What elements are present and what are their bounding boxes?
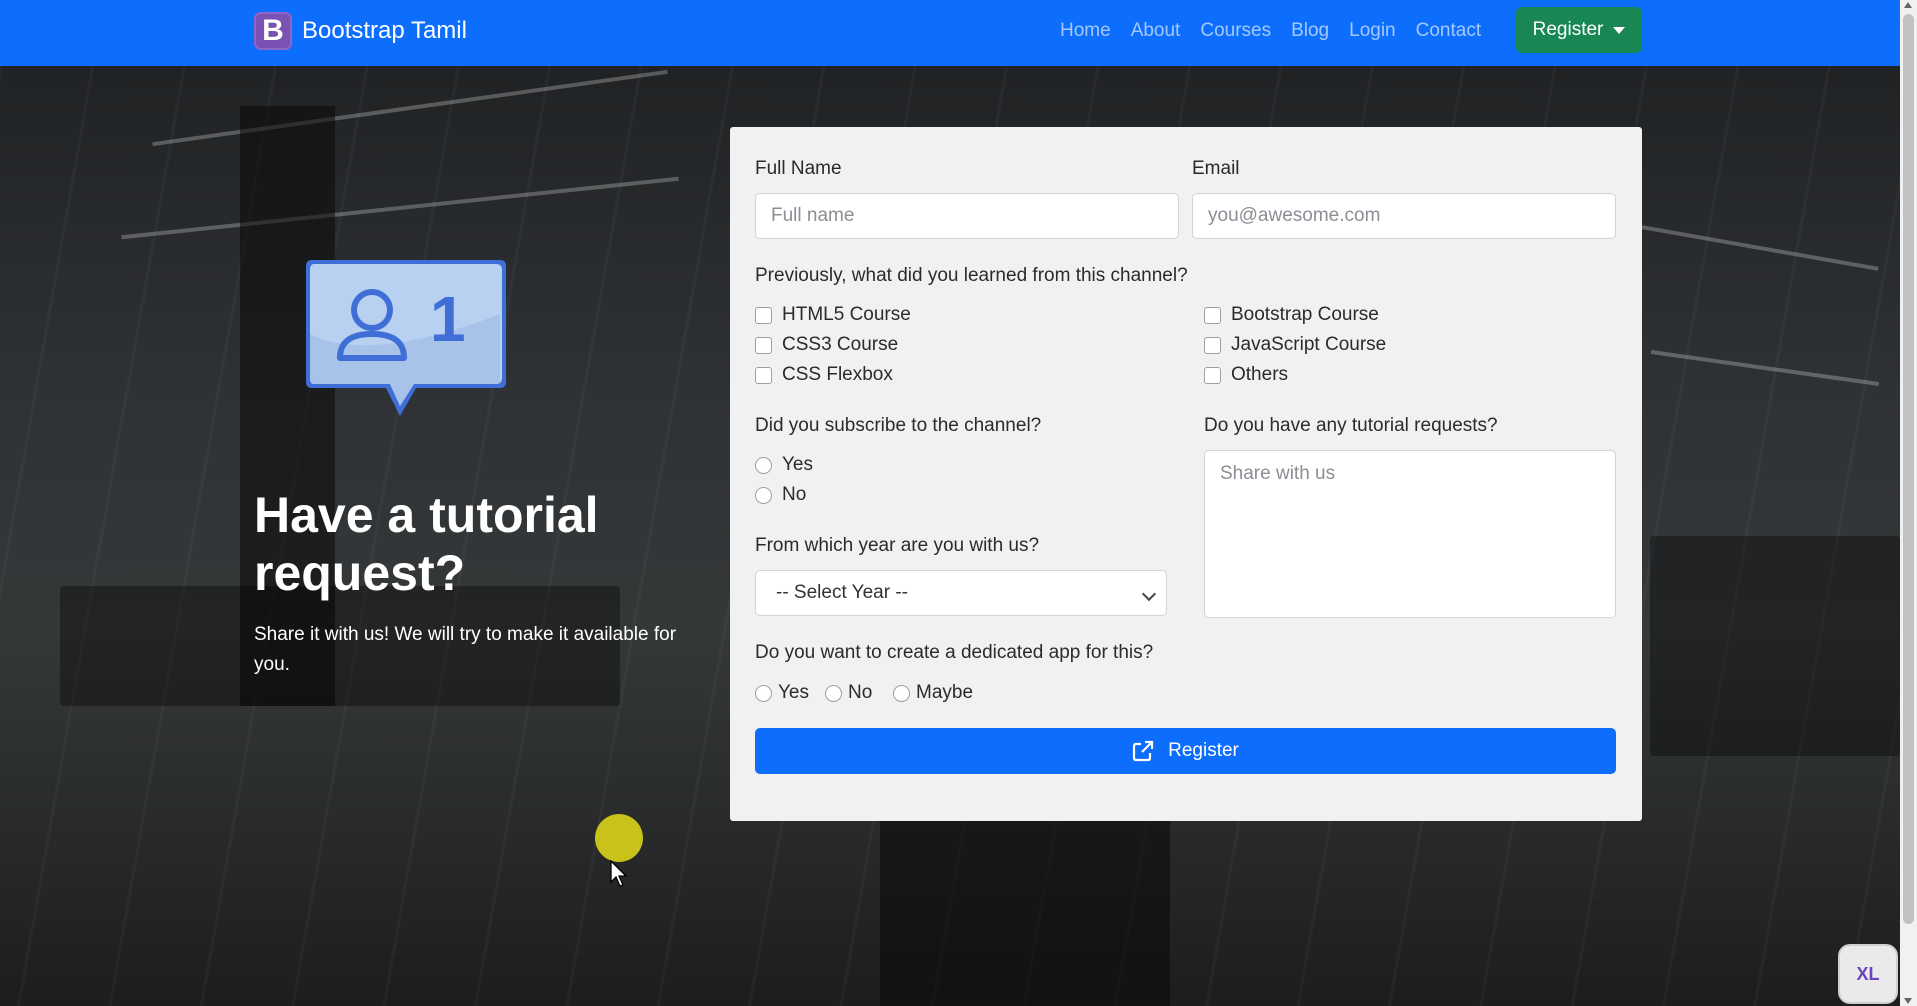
radio-app-maybe[interactable]: Maybe: [893, 682, 973, 704]
scroll-down-arrow-icon[interactable]: [1904, 998, 1912, 1004]
subscribe-question: Did you subscribe to the channel?: [755, 415, 1042, 436]
radio-circle[interactable]: [755, 456, 772, 474]
checkbox-box[interactable]: [755, 306, 772, 324]
registration-form: Full Name Email Previously, what did you…: [730, 127, 1642, 821]
brand-name: Bootstrap Tamil: [302, 17, 467, 44]
ceiling-light: [121, 176, 679, 240]
nav-link-login[interactable]: Login: [1339, 20, 1406, 42]
year-select-value: -- Select Year --: [776, 582, 908, 603]
nav-link-courses[interactable]: Courses: [1190, 20, 1281, 42]
full-name-input[interactable]: [755, 193, 1179, 239]
checkbox-css3[interactable]: CSS3 Course: [755, 334, 898, 356]
radio-subscribe-yes[interactable]: Yes: [755, 454, 813, 476]
checkbox-label: HTML5 Course: [782, 304, 911, 325]
checkbox-label: CSS Flexbox: [782, 364, 893, 385]
navbar: B Bootstrap Tamil Home About Courses Blo…: [0, 0, 1900, 66]
radio-circle[interactable]: [893, 684, 910, 702]
checkbox-box[interactable]: [755, 366, 772, 384]
radio-circle[interactable]: [755, 486, 772, 504]
radio-label: Yes: [782, 454, 813, 475]
breakpoint-badge: XL: [1838, 944, 1898, 1004]
radio-subscribe-no[interactable]: No: [755, 484, 806, 506]
requests-question: Do you have any tutorial requests?: [1204, 415, 1498, 436]
desk: [1650, 536, 1900, 756]
email-label: Email: [1192, 158, 1240, 179]
radio-label: Yes: [778, 682, 809, 703]
caret-down-icon: [1613, 26, 1626, 34]
checkbox-label: Bootstrap Course: [1231, 304, 1379, 325]
notification-count: 1: [430, 283, 466, 355]
checkbox-box[interactable]: [1204, 306, 1221, 324]
checkbox-label: JavaScript Course: [1231, 334, 1387, 355]
year-question: From which year are you with us?: [755, 535, 1040, 556]
register-submit-button[interactable]: Register: [755, 728, 1616, 774]
scrollbar-thumb[interactable]: [1903, 14, 1914, 924]
nav-link-contact[interactable]: Contact: [1406, 20, 1491, 42]
bootstrap-logo-icon: B: [254, 12, 292, 50]
cursor-highlight: [595, 814, 643, 862]
radio-label: No: [782, 484, 807, 505]
chevron-down-icon: [1141, 586, 1157, 602]
checkbox-html5[interactable]: HTML5 Course: [755, 304, 911, 326]
year-select[interactable]: -- Select Year --: [755, 570, 1167, 616]
radio-app-yes[interactable]: Yes: [755, 682, 809, 704]
page-scrollbar[interactable]: [1900, 0, 1917, 1006]
requests-textarea[interactable]: [1204, 450, 1616, 618]
email-input[interactable]: [1192, 193, 1616, 239]
nav-link-about[interactable]: About: [1121, 20, 1191, 42]
checkbox-bootstrap[interactable]: Bootstrap Course: [1204, 304, 1379, 326]
checkbox-javascript[interactable]: JavaScript Course: [1204, 334, 1386, 356]
mouse-pointer-icon: [610, 860, 628, 887]
checkbox-box[interactable]: [755, 336, 772, 354]
hero-title: Have a tutorial request?: [254, 487, 599, 601]
radio-circle[interactable]: [825, 684, 842, 702]
pillar: [880, 806, 1170, 1006]
ceiling-light: [1641, 225, 1879, 271]
checkbox-box[interactable]: [1204, 366, 1221, 384]
register-dropdown-label: Register: [1532, 19, 1604, 40]
checkbox-label: CSS3 Course: [782, 334, 899, 355]
ceiling-light: [1650, 350, 1880, 386]
register-dropdown-button[interactable]: Register: [1516, 7, 1642, 53]
radio-label: Maybe: [916, 682, 974, 703]
ceiling-light: [152, 69, 668, 147]
checkbox-label: Others: [1231, 364, 1289, 385]
nav-links: Home About Courses Blog Login Contact: [1050, 20, 1491, 42]
user-notification-icon: 1: [300, 254, 510, 419]
full-name-label: Full Name: [755, 158, 842, 179]
brand[interactable]: B Bootstrap Tamil: [254, 12, 467, 50]
learned-question: Previously, what did you learned from th…: [755, 265, 1188, 286]
nav-link-blog[interactable]: Blog: [1281, 20, 1339, 42]
register-submit-label: Register: [1168, 740, 1239, 761]
checkbox-others[interactable]: Others: [1204, 364, 1288, 386]
radio-circle[interactable]: [755, 684, 772, 702]
external-link-icon: [1133, 740, 1154, 762]
nav-link-home[interactable]: Home: [1050, 20, 1121, 42]
checkbox-box[interactable]: [1204, 336, 1221, 354]
hero-subtitle: Share it with us! We will try to make it…: [254, 624, 677, 675]
app-question: Do you want to create a dedicated app fo…: [755, 642, 1154, 663]
radio-app-no[interactable]: No: [825, 682, 872, 704]
scroll-up-arrow-icon[interactable]: [1904, 2, 1912, 8]
radio-label: No: [848, 682, 873, 703]
checkbox-css-flexbox[interactable]: CSS Flexbox: [755, 364, 893, 386]
